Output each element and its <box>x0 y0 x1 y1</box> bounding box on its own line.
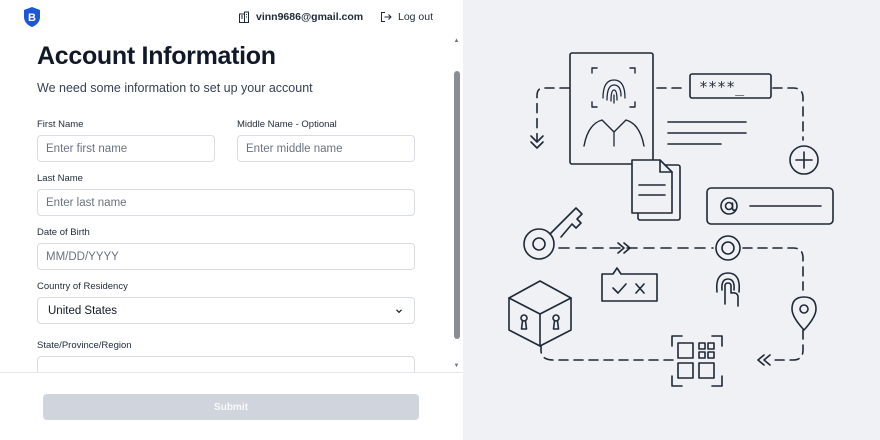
dashed-path <box>742 247 804 291</box>
country-label: Country of Residency <box>37 281 128 292</box>
location-pin-icon <box>791 296 817 331</box>
id-card-fingerprint-icon <box>569 52 654 165</box>
scrollbar-thumb[interactable] <box>454 71 460 339</box>
dashed-path <box>774 329 804 361</box>
locked-cube-icon <box>508 280 572 347</box>
country-select[interactable]: United States <box>37 297 415 324</box>
brand-logo-icon[interactable]: B <box>22 6 42 28</box>
security-illustration: ****_ <box>508 52 834 387</box>
logout-label: Log out <box>398 11 434 23</box>
state-label: State/Province/Region <box>37 340 132 351</box>
page-subtitle: We need some information to set up your … <box>37 81 313 95</box>
password-box-icon: ****_ <box>689 73 772 99</box>
building-icon <box>239 11 249 23</box>
qr-code-icon <box>671 335 723 387</box>
dob-label: Date of Birth <box>37 227 90 238</box>
chevron-down-icon <box>396 308 402 313</box>
scroll-up-arrow-icon[interactable]: ▲ <box>452 37 461 45</box>
double-chevron-left-icon <box>757 354 771 366</box>
middle-name-label: Middle Name - Optional <box>237 119 337 130</box>
dob-field[interactable] <box>37 243 415 270</box>
target-icon <box>715 235 741 261</box>
email-box-icon <box>706 187 834 225</box>
page-title: Account Information <box>37 42 276 70</box>
illustration-panel: ****_ <box>463 0 880 440</box>
svg-text:B: B <box>28 12 36 24</box>
first-name-field[interactable] <box>37 135 215 162</box>
logout-icon <box>381 12 392 22</box>
tap-finger-icon <box>715 272 741 307</box>
state-select[interactable] <box>37 356 415 372</box>
country-value: United States <box>48 304 118 317</box>
documents-icon <box>631 159 681 221</box>
dashed-path <box>536 87 570 141</box>
account-email: vinn9686@gmail.com <box>238 9 363 25</box>
logout-button[interactable]: Log out <box>380 9 433 25</box>
plus-circle-icon <box>789 145 819 175</box>
form-footer: Submit <box>0 372 463 440</box>
email-text: vinn9686@gmail.com <box>256 11 364 23</box>
key-icon <box>523 207 583 260</box>
check-cancel-icon <box>601 267 658 302</box>
dashed-path <box>540 339 674 361</box>
dashed-path <box>772 87 804 141</box>
last-name-label: Last Name <box>37 173 83 184</box>
middle-name-field[interactable] <box>237 135 415 162</box>
password-mask: ****_ <box>699 78 745 96</box>
submit-button[interactable]: Submit <box>43 394 419 420</box>
last-name-field[interactable] <box>37 189 415 216</box>
form-scroll-area[interactable]: Account Information We need some informa… <box>0 34 463 372</box>
first-name-label: First Name <box>37 119 84 130</box>
scroll-down-arrow-icon[interactable]: ▼ <box>452 362 461 370</box>
form-panel: B vinn9686@gmail.com Log out Account Inf… <box>0 0 463 440</box>
